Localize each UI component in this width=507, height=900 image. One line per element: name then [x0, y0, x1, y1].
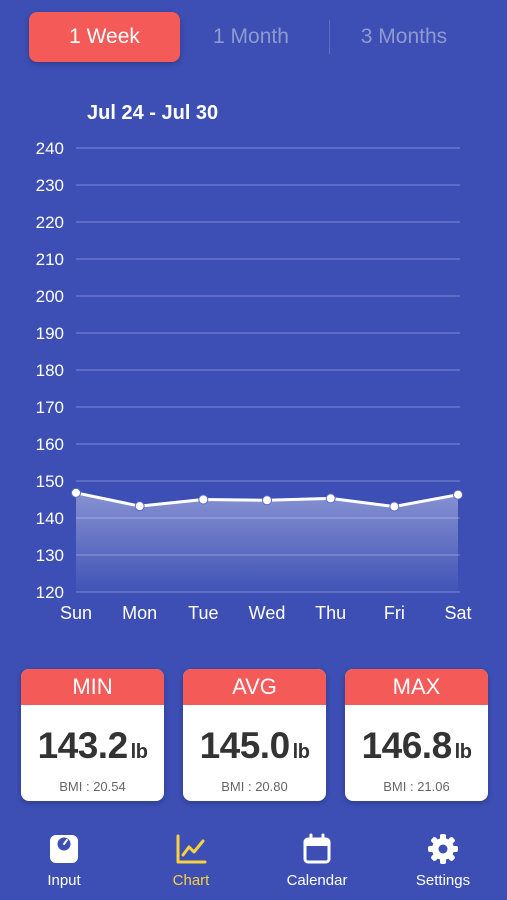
series-area	[76, 492, 458, 592]
max-value-number: 146.8	[361, 725, 453, 766]
nav-input[interactable]: Input	[4, 822, 124, 900]
y-tick-label: 130	[36, 546, 64, 565]
tab-divider	[329, 20, 330, 54]
gear-icon	[426, 832, 460, 866]
avg-value-number: 145.0	[199, 725, 291, 766]
period-selector: 1 Week 1 Month 3 Months	[0, 0, 507, 78]
max-bmi: BMI : 21.06	[383, 779, 450, 794]
min-value-number: 143.2	[37, 725, 129, 766]
min-card-header: MIN	[21, 669, 164, 705]
max-card-header: MAX	[345, 669, 488, 705]
y-tick-label: 240	[36, 139, 64, 158]
nav-chart-label: Chart	[172, 872, 210, 889]
nav-calendar-label: Calendar	[286, 872, 348, 889]
scale-icon	[47, 832, 81, 866]
data-point	[71, 487, 81, 498]
y-tick-label: 180	[36, 361, 64, 380]
y-tick-label: 190	[36, 324, 64, 343]
calendar-icon	[300, 832, 334, 866]
max-value-unit: lb	[454, 741, 472, 763]
avg-value: 145.0 lb	[183, 725, 326, 767]
y-tick-label: 210	[36, 250, 64, 269]
x-tick-label: Sun	[60, 603, 92, 623]
avg-card: AVG 145.0 lb BMI : 20.80	[183, 669, 326, 801]
data-point	[134, 501, 145, 512]
avg-value-unit: lb	[292, 741, 310, 763]
nav-calendar[interactable]: Calendar	[257, 822, 377, 900]
date-range-label: Jul 24 - Jul 30	[87, 102, 219, 124]
avg-card-header: AVG	[183, 669, 326, 705]
data-point	[198, 494, 209, 505]
y-tick-label: 120	[36, 583, 64, 602]
x-tick-label: Wed	[249, 603, 286, 623]
data-point	[453, 489, 463, 500]
x-tick-label: Sat	[444, 603, 471, 623]
nav-input-label: Input	[47, 872, 81, 889]
y-tick-label: 200	[36, 287, 64, 306]
data-point	[262, 495, 272, 506]
min-value-unit: lb	[130, 741, 148, 763]
y-tick-label: 160	[36, 435, 64, 454]
y-tick-label: 220	[36, 213, 64, 232]
x-tick-label: Fri	[384, 603, 405, 623]
min-bmi: BMI : 20.54	[59, 779, 126, 794]
bottom-nav: Input Chart Calendar Settings	[0, 822, 507, 900]
tab-1-month[interactable]: 1 Month	[178, 12, 324, 62]
y-tick-label: 150	[36, 472, 64, 491]
weight-chart: 120130140150160170180190200210220230240 …	[36, 139, 472, 623]
max-card: MAX 146.8 lb BMI : 21.06	[345, 669, 488, 801]
nav-chart[interactable]: Chart	[131, 822, 251, 900]
data-point	[389, 501, 400, 512]
min-value: 143.2 lb	[21, 725, 164, 767]
x-tick-label: Tue	[188, 603, 218, 623]
avg-bmi: BMI : 20.80	[221, 779, 288, 794]
x-tick-label: Thu	[315, 603, 346, 623]
max-value: 146.8 lb	[345, 725, 488, 767]
app-root: 1 Week 1 Month 3 Months Jul 24 - Jul 30 …	[0, 0, 507, 900]
tab-3-months[interactable]: 3 Months	[331, 12, 477, 62]
nav-settings[interactable]: Settings	[383, 822, 503, 900]
min-card: MIN 143.2 lb BMI : 20.54	[21, 669, 164, 801]
nav-settings-label: Settings	[415, 872, 471, 889]
tab-1-week[interactable]: 1 Week	[29, 12, 180, 62]
data-point	[325, 493, 336, 504]
chart-icon	[174, 832, 208, 866]
x-tick-label: Mon	[122, 603, 157, 623]
y-tick-label: 230	[36, 176, 64, 195]
y-tick-label: 170	[36, 398, 64, 417]
y-tick-label: 140	[36, 509, 64, 528]
